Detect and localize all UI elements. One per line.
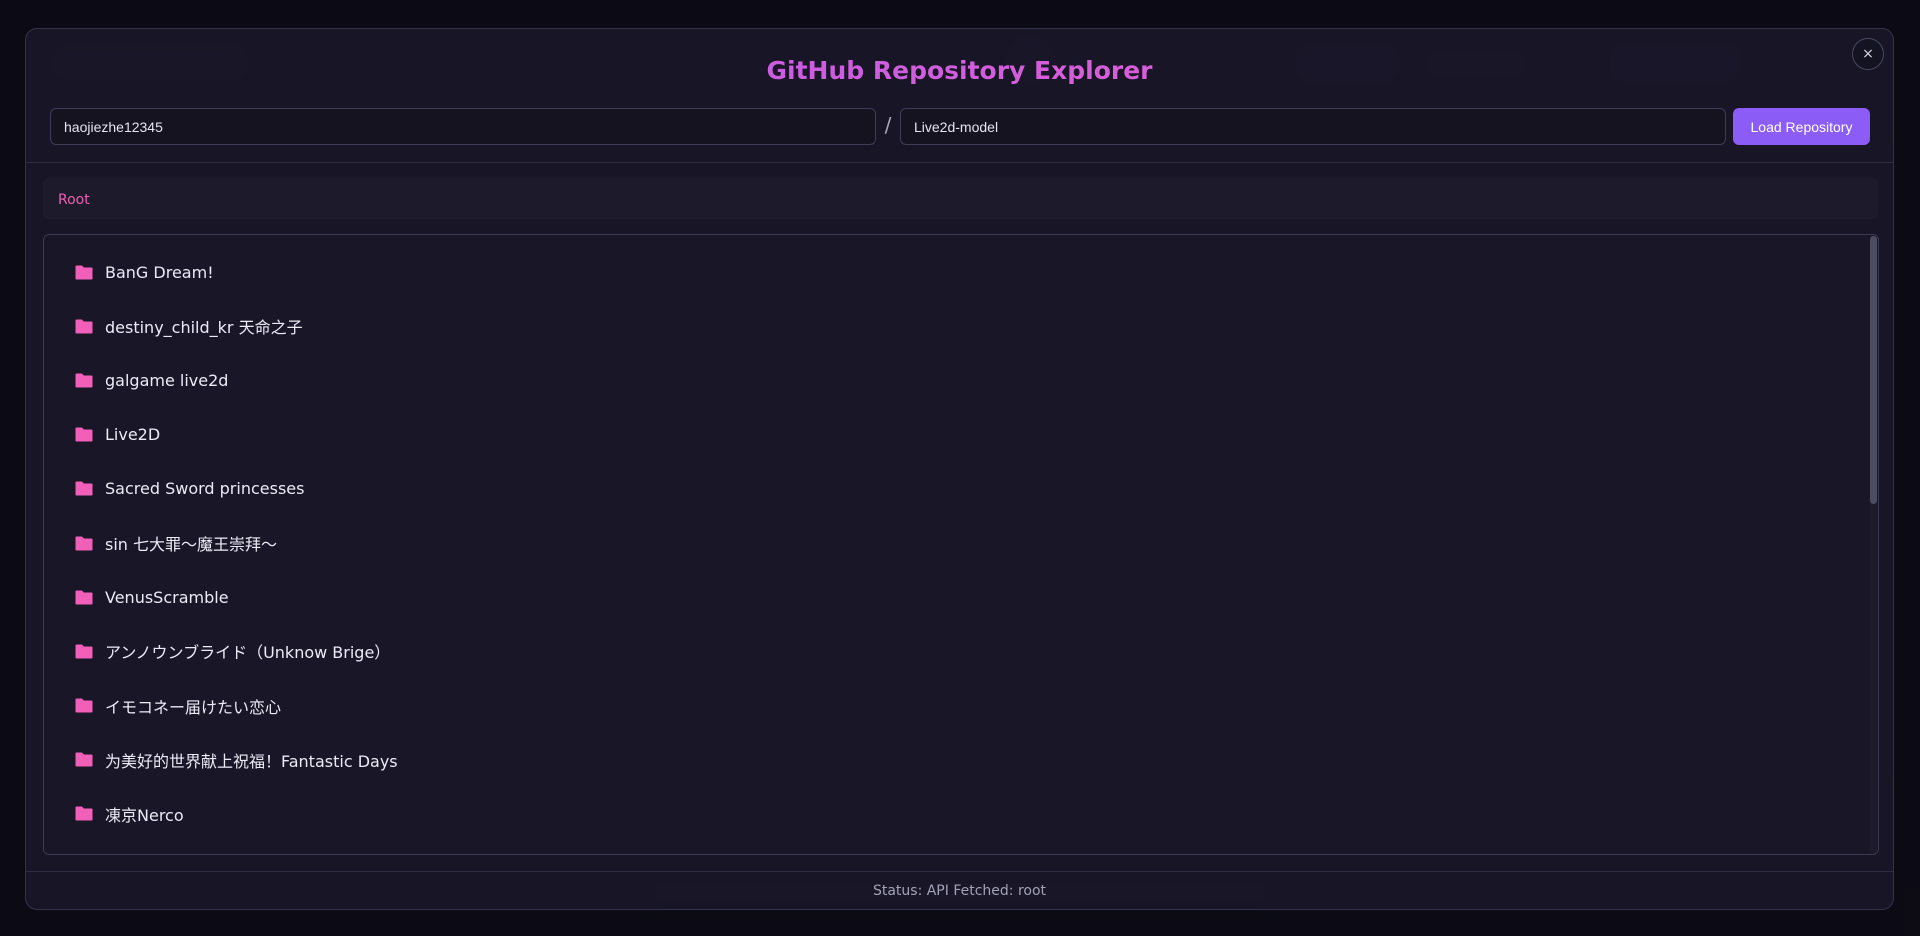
modal-title: GitHub Repository Explorer: [26, 56, 1893, 85]
folder-icon: [75, 481, 93, 496]
folder-icon: [75, 536, 93, 551]
file-name: BanG Dream!: [105, 262, 214, 282]
load-repository-button[interactable]: Load Repository: [1733, 108, 1870, 145]
modal-header: GitHub Repository Explorer × / Load Repo…: [26, 29, 1893, 163]
file-name: アンノウンブライド（Unknow Brige）: [105, 643, 391, 663]
file-list-item[interactable]: destiny_child_kr 天命之子: [44, 299, 1864, 353]
folder-icon: [75, 644, 93, 659]
repository-input[interactable]: [900, 108, 1726, 145]
folder-icon: [75, 698, 93, 713]
file-name: Sacred Sword princesses: [105, 479, 305, 499]
folder-icon: [75, 373, 93, 388]
status-bar: Status: API Fetched: root: [26, 871, 1893, 909]
close-button[interactable]: ×: [1852, 38, 1884, 70]
folder-icon: [75, 752, 93, 767]
file-list-item[interactable]: galgame live2d: [44, 353, 1864, 407]
scrollbar-thumb[interactable]: [1870, 236, 1877, 504]
repository-explorer-modal: GitHub Repository Explorer × / Load Repo…: [25, 28, 1894, 910]
file-list-item[interactable]: 凍京Nerco: [44, 787, 1864, 841]
file-name: 凍京Nerco: [105, 805, 184, 825]
file-list-item[interactable]: sin 七大罪～魔王崇拜～: [44, 516, 1864, 570]
folder-icon: [75, 319, 93, 334]
folder-icon: [75, 265, 93, 280]
file-name: イモコネー届けたい恋心: [105, 697, 282, 717]
file-list-item[interactable]: 为美好的世界献上祝福！Fantastic Days: [44, 733, 1864, 787]
breadcrumb-root[interactable]: Root: [58, 192, 90, 208]
file-name: galgame live2d: [105, 370, 229, 390]
scrollbar[interactable]: [1870, 236, 1877, 853]
file-name: sin 七大罪～魔王崇拜～: [105, 535, 278, 555]
file-list-item[interactable]: Live2D: [44, 408, 1864, 462]
owner-input[interactable]: [50, 108, 876, 145]
folder-icon: [75, 590, 93, 605]
file-list: BanG Dream! destiny_child_kr 天命之子 galgame …: [44, 245, 1864, 841]
file-list-item[interactable]: アンノウンブライド（Unknow Brige）: [44, 624, 1864, 678]
folder-icon: [75, 806, 93, 821]
file-name: 为美好的世界献上祝福！Fantastic Days: [105, 751, 398, 771]
file-name: destiny_child_kr 天命之子: [105, 318, 303, 338]
file-name: Live2D: [105, 425, 161, 445]
file-list-panel: BanG Dream! destiny_child_kr 天命之子 galgame …: [43, 234, 1879, 855]
file-name: VenusScramble: [105, 587, 229, 607]
breadcrumb: Root: [43, 178, 1878, 219]
file-list-item[interactable]: VenusScramble: [44, 570, 1864, 624]
file-list-item[interactable]: Sacred Sword princesses: [44, 462, 1864, 516]
file-list-item[interactable]: イモコネー届けたい恋心: [44, 679, 1864, 733]
folder-icon: [75, 427, 93, 442]
file-list-item[interactable]: BanG Dream!: [44, 245, 1864, 299]
owner-repo-separator: /: [884, 113, 892, 137]
